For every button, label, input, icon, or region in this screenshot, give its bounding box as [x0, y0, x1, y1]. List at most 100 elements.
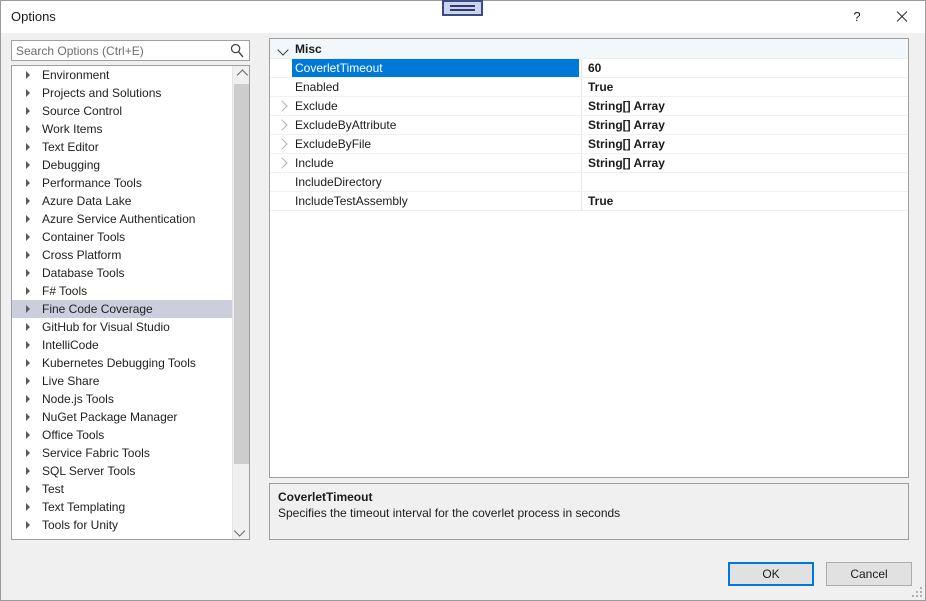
sidebar-item-text-editor[interactable]: Text Editor [12, 138, 233, 156]
ok-button[interactable]: OK [728, 562, 814, 586]
expand-arrow-icon[interactable] [26, 125, 30, 133]
expand-arrow-icon[interactable] [26, 143, 30, 151]
chevron-right-icon[interactable] [276, 138, 287, 149]
expand-arrow-icon[interactable] [26, 305, 30, 313]
expand-arrow-icon[interactable] [26, 413, 30, 421]
tree-item-label: GitHub for Visual Studio [42, 320, 170, 334]
sidebar-item-database-tools[interactable]: Database Tools [12, 264, 233, 282]
chevron-down-icon [277, 44, 288, 55]
property-value[interactable]: True [581, 192, 908, 210]
sidebar-item-source-control[interactable]: Source Control [12, 102, 233, 120]
category-label: Misc [295, 39, 322, 59]
property-value[interactable]: String[] Array [581, 116, 908, 134]
tree-item-label: Text Templating [42, 500, 125, 514]
description-text: Specifies the timeout interval for the c… [278, 505, 900, 521]
property-row[interactable]: CoverletTimeout60 [270, 59, 908, 78]
sidebar-item-projects-and-solutions[interactable]: Projects and Solutions [12, 84, 233, 102]
sidebar-item-intellicode[interactable]: IntelliCode [12, 336, 233, 354]
chevron-right-icon[interactable] [276, 100, 287, 111]
help-button[interactable]: ? [835, 1, 879, 32]
property-value[interactable] [581, 173, 908, 191]
expand-arrow-icon[interactable] [26, 197, 30, 205]
sidebar-item-test[interactable]: Test [12, 480, 233, 498]
scrollbar-thumb[interactable] [234, 84, 249, 464]
expand-arrow-icon[interactable] [26, 377, 30, 385]
scroll-down-button[interactable] [233, 522, 249, 539]
property-row[interactable]: IncludeString[] Array [270, 154, 908, 173]
sidebar-item-f-tools[interactable]: F# Tools [12, 282, 233, 300]
expand-arrow-icon[interactable] [26, 431, 30, 439]
property-row[interactable]: EnabledTrue [270, 78, 908, 97]
sidebar-item-nuget-package-manager[interactable]: NuGet Package Manager [12, 408, 233, 426]
expand-arrow-icon[interactable] [26, 359, 30, 367]
options-category-tree[interactable]: EnvironmentProjects and SolutionsSource … [11, 65, 250, 540]
property-row[interactable]: ExcludeByAttributeString[] Array [270, 116, 908, 135]
expand-arrow-icon[interactable] [26, 89, 30, 97]
sidebar-item-text-templating[interactable]: Text Templating [12, 498, 233, 516]
tree-item-label: NuGet Package Manager [42, 410, 177, 424]
sidebar-item-live-share[interactable]: Live Share [12, 372, 233, 390]
sidebar-item-cross-platform[interactable]: Cross Platform [12, 246, 233, 264]
property-row[interactable]: IncludeTestAssemblyTrue [270, 192, 908, 211]
tree-item-label: Office Tools [42, 428, 104, 442]
expand-arrow-icon[interactable] [26, 485, 30, 493]
sidebar-item-environment[interactable]: Environment [12, 66, 233, 84]
property-row[interactable]: ExcludeString[] Array [270, 97, 908, 116]
property-value[interactable]: String[] Array [581, 97, 908, 115]
sidebar-item-service-fabric-tools[interactable]: Service Fabric Tools [12, 444, 233, 462]
expand-arrow-icon[interactable] [26, 395, 30, 403]
sidebar-item-github-for-visual-studio[interactable]: GitHub for Visual Studio [12, 318, 233, 336]
sidebar-item-node-js-tools[interactable]: Node.js Tools [12, 390, 233, 408]
scroll-up-button[interactable] [233, 66, 249, 83]
sidebar-item-azure-service-authentication[interactable]: Azure Service Authentication [12, 210, 233, 228]
expand-arrow-icon[interactable] [26, 467, 30, 475]
expand-arrow-icon[interactable] [26, 269, 30, 277]
expand-arrow-icon[interactable] [26, 233, 30, 241]
property-row[interactable]: ExcludeByFileString[] Array [270, 135, 908, 154]
expand-arrow-icon[interactable] [26, 71, 30, 79]
property-category-misc[interactable]: Misc [270, 39, 908, 59]
expand-arrow-icon[interactable] [26, 521, 30, 529]
tree-scrollbar[interactable] [232, 66, 249, 539]
sidebar-item-kubernetes-debugging-tools[interactable]: Kubernetes Debugging Tools [12, 354, 233, 372]
expand-arrow-icon[interactable] [26, 323, 30, 331]
sidebar-item-work-items[interactable]: Work Items [12, 120, 233, 138]
search-options-box[interactable] [11, 40, 250, 61]
expand-arrow-icon[interactable] [26, 341, 30, 349]
sidebar-item-debugging[interactable]: Debugging [12, 156, 233, 174]
question-mark-icon: ? [853, 9, 860, 24]
sidebar-item-container-tools[interactable]: Container Tools [12, 228, 233, 246]
expand-arrow-icon[interactable] [26, 287, 30, 295]
sidebar-item-performance-tools[interactable]: Performance Tools [12, 174, 233, 192]
resize-grip[interactable] [910, 585, 922, 597]
expand-arrow-icon[interactable] [26, 215, 30, 223]
property-value[interactable]: String[] Array [581, 154, 908, 172]
property-value[interactable]: True [581, 78, 908, 96]
expand-arrow-icon[interactable] [26, 503, 30, 511]
dock-indicator-bar-bottom [450, 9, 475, 11]
tree-item-list: EnvironmentProjects and SolutionsSource … [12, 66, 233, 539]
expand-arrow-icon[interactable] [26, 251, 30, 259]
cancel-button[interactable]: Cancel [826, 562, 912, 586]
property-grid[interactable]: Misc CoverletTimeout60EnabledTrueExclude… [269, 38, 909, 478]
search-input[interactable] [16, 43, 222, 59]
chevron-right-icon[interactable] [276, 119, 287, 130]
close-icon [895, 10, 908, 23]
tree-item-label: Live Share [42, 374, 99, 388]
sidebar-item-azure-data-lake[interactable]: Azure Data Lake [12, 192, 233, 210]
property-value[interactable]: 60 [581, 59, 908, 77]
chevron-right-icon[interactable] [276, 157, 287, 168]
expand-arrow-icon[interactable] [26, 449, 30, 457]
expand-arrow-icon[interactable] [26, 107, 30, 115]
dock-snap-indicator[interactable] [442, 0, 483, 16]
expand-arrow-icon[interactable] [26, 161, 30, 169]
sidebar-item-tools-for-unity[interactable]: Tools for Unity [12, 516, 233, 534]
sidebar-item-sql-server-tools[interactable]: SQL Server Tools [12, 462, 233, 480]
property-row[interactable]: IncludeDirectory [270, 173, 908, 192]
tree-item-label: F# Tools [42, 284, 87, 298]
close-button[interactable] [879, 1, 923, 32]
property-value[interactable]: String[] Array [581, 135, 908, 153]
sidebar-item-office-tools[interactable]: Office Tools [12, 426, 233, 444]
sidebar-item-fine-code-coverage[interactable]: Fine Code Coverage [12, 300, 233, 318]
expand-arrow-icon[interactable] [26, 179, 30, 187]
